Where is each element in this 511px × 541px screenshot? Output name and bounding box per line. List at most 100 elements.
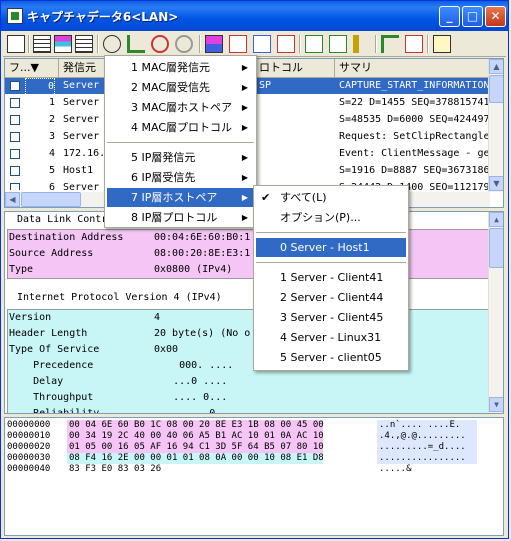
gear-icon[interactable] [175,35,193,53]
menu-item-pair-2[interactable]: 2 Server - Client44 [256,288,406,307]
detail-row[interactable]: Header Length 20 byte(s) (No o [9,326,495,342]
detail-row[interactable]: Delay ...0 .... [9,374,495,390]
detail-row[interactable]: Precedence 000. .... [9,358,495,374]
row-number: 6 [48,182,55,190]
close-button[interactable]: ✕ [485,6,506,27]
hex-dump[interactable]: 00000000 00 04 6E 60 B0 1C 08 00 20 8E E… [4,417,504,536]
filter-alt-icon[interactable] [405,35,423,53]
minimize-button[interactable]: _ [439,6,460,27]
column-header-protocol[interactable]: ロトコル [255,59,335,77]
scroll-left-button[interactable]: ◀ [5,192,20,207]
menu-item-ip-source[interactable]: 5 IP層発信元 ▶ [107,148,254,167]
detail-value: 0x00 [154,344,179,355]
column-header-frame[interactable]: フ...▼ [5,59,59,77]
hex-offset: 00000040 [7,464,51,474]
column-header-summary[interactable]: サマリ [335,59,491,77]
hex-bytes: 00 34 19 2C 40 00 40 06 A5 B1 AC 10 01 0… [69,431,324,441]
detail-value: 08:00:20:8E:E3:1 [154,248,251,259]
scroll-thumb[interactable] [489,75,503,103]
application-window: キャプチャデータ6<LAN> _ □ ✕ フ...▼ 発信元 ロトコル サマリ … [0,0,509,539]
scroll-up-button[interactable]: ▲ [489,212,503,227]
scroll-down-button[interactable]: ▼ [489,397,503,412]
detail-row[interactable]: Version 4 [9,310,495,326]
detail-key: Type [9,264,34,275]
menu-item-mac-destination[interactable]: 2 MAC層受信先 ▶ [107,78,254,97]
detail-row[interactable]: Type 0x0800 (IPv4) [9,262,495,278]
hex-row: 00000010 [7,431,50,442]
row-number: 0 [25,78,55,96]
refresh-icon[interactable] [151,35,169,53]
scroll-down-button[interactable]: ▼ [489,176,503,191]
hex-ascii: ..n`.... ....E. [379,420,461,430]
window-title: キャプチャデータ6<LAN> [27,10,179,24]
circle-down-icon[interactable] [103,35,121,53]
row-checkbox[interactable] [10,98,20,108]
menu-item-ip-protocol[interactable]: 8 IP層プロトコル ▶ [107,208,254,227]
scroll-thumb[interactable] [489,228,503,268]
title-bar[interactable]: キャプチャデータ6<LAN> _ □ ✕ [1,1,508,31]
toolbar-separator [299,35,301,53]
hex-ascii: ................ [379,453,466,463]
row-source: Server [63,182,100,190]
menu-item-pair-0[interactable]: 0 Server - Host1 [256,238,406,257]
row-checkbox[interactable] [10,81,20,91]
detail-vertical-scrollbar[interactable]: ▲ ▼ [488,212,503,413]
menu-item-options[interactable]: オプション(P)... [256,208,406,227]
detail-row[interactable]: Destination Address 00:04:6E:60:B0:1 [9,230,495,246]
menu-separator [256,232,406,233]
detail-row[interactable]: Type Of Service 0x00 [9,342,495,358]
note-icon[interactable] [433,35,451,53]
hex-offset: 00000030 [7,453,51,463]
monitor-alt-icon[interactable] [329,35,347,53]
detail-row[interactable]: Reliability .... .0.. [9,406,495,413]
chart-icon[interactable] [253,35,271,53]
scroll-up-button[interactable]: ▲ [489,59,503,74]
row-checkbox[interactable] [10,115,20,125]
detail-row[interactable]: Source Address 08:00:20:8E:E3:1 [9,246,495,262]
section-heading[interactable]: Internet Protocol Version 4 (IPv4) [5,290,491,306]
row-source: Server [63,114,100,125]
row-checkbox[interactable] [10,132,20,142]
menu-item-pair-4[interactable]: 4 Server - Linux31 [256,328,406,347]
menu-item-mac-protocol[interactable]: 4 MAC層プロトコル ▶ [107,118,254,137]
row-source: Server [63,131,100,142]
menu-item-pair-3[interactable]: 3 Server - Client45 [256,308,406,327]
menu-item-ip-hostpair[interactable]: 7 IP層ホストペア ▶ [107,188,254,207]
hex-ascii: .........=_d.... [379,442,466,452]
row-checkbox[interactable] [10,149,20,159]
hex-ascii: .4.,@.@......... [379,431,466,441]
row-checkbox[interactable] [10,166,20,176]
hex-ascii: .....& [379,464,412,474]
hex-bytes: 08 F4 16 2E 00 00 01 01 08 0A 00 00 10 0… [69,453,324,463]
detail-value: ...0 .... [149,376,228,387]
color-table-icon[interactable] [54,35,72,53]
menu-item-pair-1[interactable]: 1 Server - Client41 [256,268,406,287]
menu-item-all[interactable]: ✔ すべて(L) [256,188,406,207]
menu-item-pair-5[interactable]: 5 Server - client05 [256,348,406,367]
hex-row: 00000000 [7,420,50,431]
toolbar-separator [28,35,30,53]
scroll-thumb[interactable] [21,192,81,207]
menu-item-ip-destination[interactable]: 6 IP層受信先 ▶ [107,168,254,187]
hostpair-submenu: ✔ すべて(L) オプション(P)... 0 Server - Host1 1 S… [253,185,409,371]
table-alt-icon[interactable] [75,35,93,53]
detail-value: .... 0... [149,392,228,403]
maximize-button[interactable]: □ [462,6,483,27]
list-vertical-scrollbar[interactable]: ▲ ▼ [488,59,503,192]
row-checkbox[interactable] [10,183,20,190]
table-icon[interactable] [33,35,51,53]
detail-row[interactable]: Throughput .... 0... [9,390,495,406]
chart-delete-icon[interactable] [277,35,295,53]
row-summary: S=22 D=1455 SEQ=378815741 [339,97,490,108]
speaker-icon[interactable] [353,35,371,53]
swap-icon[interactable] [229,35,247,53]
menu-item-mac-source[interactable]: 1 MAC層発信元 ▶ [107,58,254,77]
color-bar-icon[interactable] [205,35,223,53]
download-icon[interactable] [127,35,145,53]
filter-icon[interactable] [381,35,399,53]
row-number: 4 [48,148,55,159]
hex-bytes: 83 F3 E0 83 03 26 [69,464,162,474]
monitor-icon[interactable] [305,35,323,53]
menu-item-mac-hostpair[interactable]: 3 MAC層ホストペア ▶ [107,98,254,117]
grid-toggle-icon[interactable] [7,35,25,53]
